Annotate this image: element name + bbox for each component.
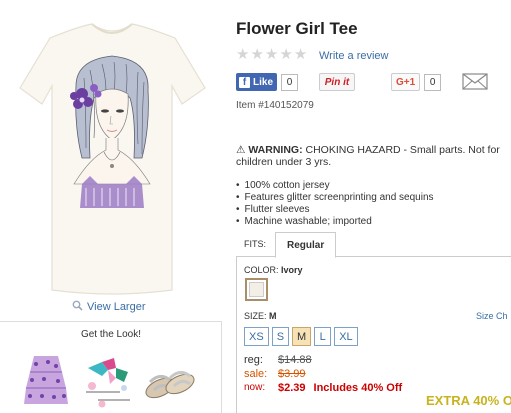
facebook-icon: f xyxy=(239,76,250,88)
size-value: M xyxy=(269,311,277,321)
size-label: SIZE: M xyxy=(244,311,277,321)
reg-price-row: reg: $14.88 xyxy=(244,353,402,367)
warning-icon: ⚠ xyxy=(236,144,246,156)
color-swatch-ivory[interactable] xyxy=(245,278,268,301)
swatch-fill xyxy=(249,282,264,297)
feature-item: Flutter sleeves xyxy=(236,204,434,216)
star-icon: ★ xyxy=(250,46,264,63)
color-value: Ivory xyxy=(281,265,303,275)
size-option-s[interactable]: S xyxy=(271,327,290,346)
facebook-like-label: Like xyxy=(253,76,274,88)
fits-tabs: FITS: Regular xyxy=(236,232,511,258)
item-number: Item #140152079 xyxy=(236,100,314,111)
feature-item: Machine washable; imported xyxy=(236,216,434,228)
options-panel: COLOR: Ivory SIZE: M Size Ch XS S M L XL… xyxy=(236,257,511,413)
now-price-label: now: xyxy=(244,382,266,393)
reg-price-value: $14.88 xyxy=(278,354,312,366)
star-icon: ★ xyxy=(236,46,250,63)
now-price-value: $2.39 xyxy=(278,382,306,394)
facebook-like: f Like 0 xyxy=(236,73,299,91)
feature-list: 100% cotton jersey Features glitter scre… xyxy=(236,180,434,228)
price-block: reg: $14.88 sale: $3.99 now: $2.39 Inclu… xyxy=(244,353,402,395)
google-plus-count: 0 xyxy=(424,73,442,91)
size-option-xs[interactable]: XS xyxy=(244,327,269,346)
now-price-row: now: $2.39 Includes 40% Off xyxy=(244,381,402,395)
view-larger-link[interactable]: View Larger xyxy=(72,300,146,314)
look-item-hair-clips[interactable] xyxy=(80,352,136,408)
google-plus-button[interactable]: G+1 xyxy=(391,73,421,91)
email-icon[interactable] xyxy=(462,73,488,93)
get-the-look-panel: Get the Look! xyxy=(0,321,222,413)
rating-stars[interactable]: ★ ★ ★ ★ ★ xyxy=(236,47,307,62)
discount-note: Includes 40% Off xyxy=(313,382,403,394)
size-chart-link[interactable]: Size Ch xyxy=(476,311,508,321)
star-icon: ★ xyxy=(279,46,293,63)
facebook-like-count: 0 xyxy=(281,73,299,91)
star-icon: ★ xyxy=(264,46,279,63)
google-plus: G+1 0 xyxy=(391,73,442,91)
color-label: COLOR: Ivory xyxy=(244,265,303,275)
look-item-skirt[interactable] xyxy=(22,352,70,408)
choking-warning: ⚠ WARNING: CHOKING HAZARD - Small parts.… xyxy=(236,144,511,168)
product-image[interactable] xyxy=(10,8,215,298)
facebook-like-button[interactable]: f Like xyxy=(236,73,278,91)
reg-price-label: reg: xyxy=(244,354,263,366)
get-the-look-title: Get the Look! xyxy=(80,329,142,340)
pinit-button[interactable]: Pin it xyxy=(319,73,355,91)
sale-price-value: $3.99 xyxy=(278,368,306,380)
warning-prefix: WARNING: xyxy=(248,144,303,156)
write-review-link[interactable]: Write a review xyxy=(319,50,388,62)
view-larger-label: View Larger xyxy=(87,301,146,313)
extra-promo-banner: EXTRA 40% O xyxy=(426,393,511,408)
look-item-sandals[interactable] xyxy=(140,352,198,408)
size-option-m[interactable]: M xyxy=(292,327,312,346)
fits-label: FITS: xyxy=(244,239,266,249)
size-option-xl[interactable]: XL xyxy=(334,327,358,346)
size-options: XS S M L XL xyxy=(244,327,358,346)
feature-item: Features glitter screenprinting and sequ… xyxy=(236,192,434,204)
size-option-l[interactable]: L xyxy=(314,327,332,346)
product-title: Flower Girl Tee xyxy=(236,19,358,38)
tab-regular[interactable]: Regular xyxy=(275,232,337,258)
feature-item: 100% cotton jersey xyxy=(236,180,434,192)
magnifier-icon xyxy=(72,300,83,314)
star-icon: ★ xyxy=(293,46,308,63)
sale-price-row: sale: $3.99 xyxy=(244,367,402,381)
sale-price-label: sale: xyxy=(244,368,268,380)
